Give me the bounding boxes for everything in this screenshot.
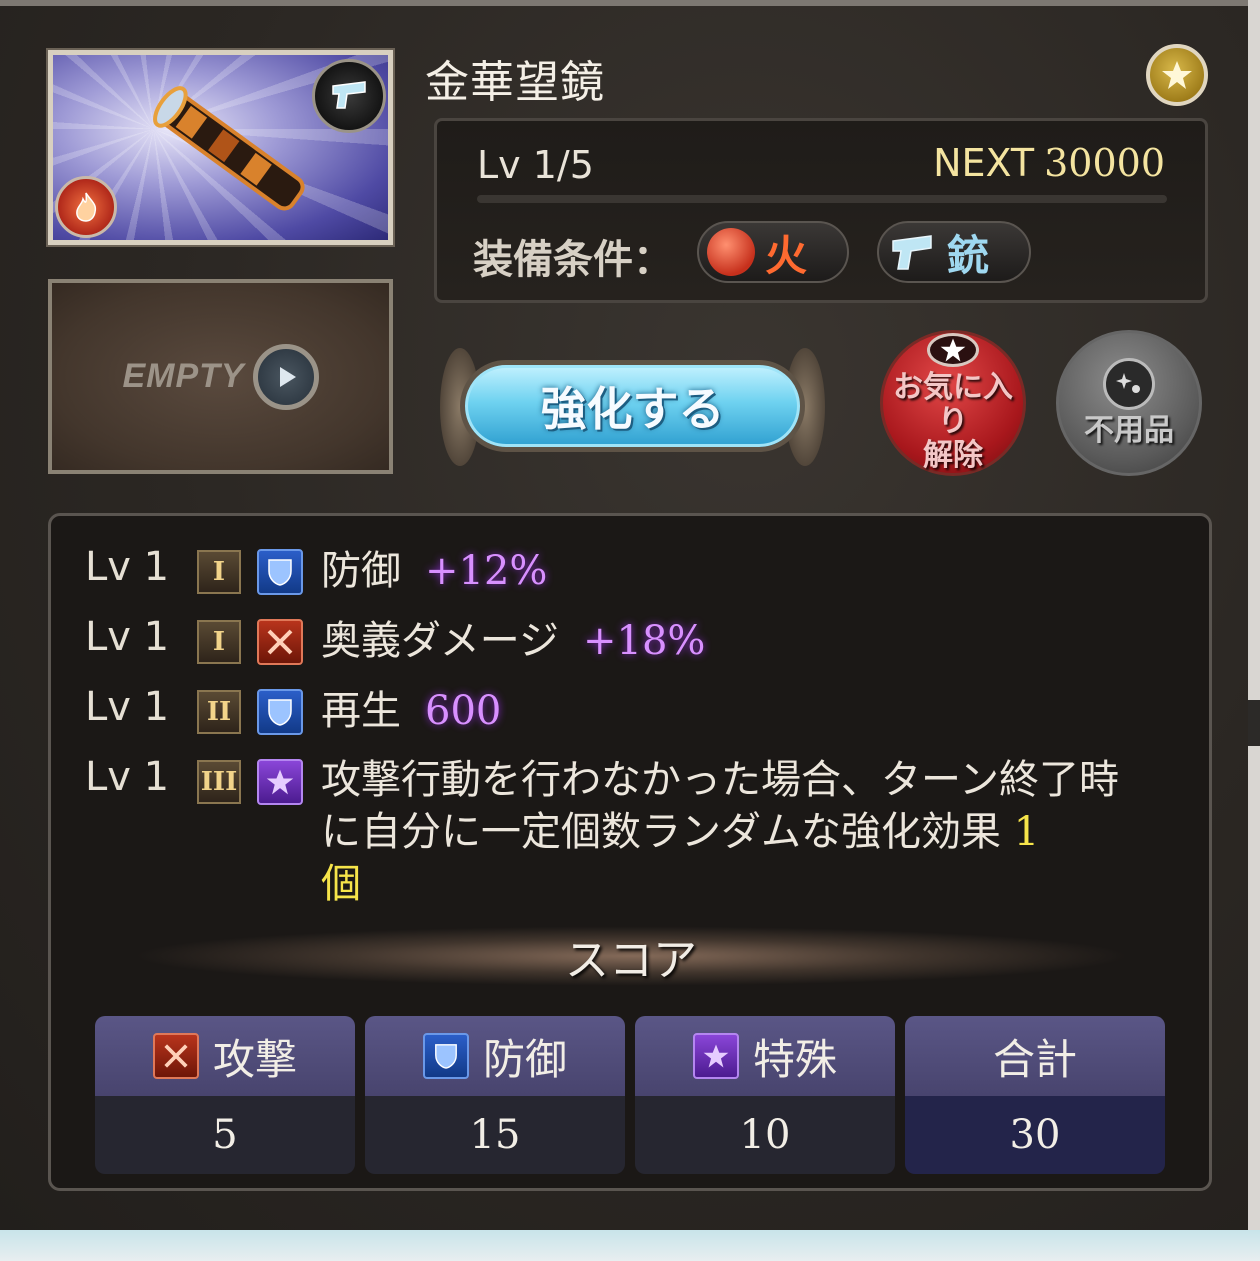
weapon-info-box: Lv 1/5 NEXT 30000 装備条件： 火 銃 <box>434 118 1208 303</box>
score-label: 合計 <box>992 1034 1077 1084</box>
next-label: NEXT <box>933 141 1035 185</box>
unfavorite-label-line2: 解除 <box>923 438 983 473</box>
shield-icon <box>422 1033 469 1079</box>
star-icon <box>257 759 303 805</box>
score-value: 5 <box>95 1096 355 1174</box>
star-icon <box>692 1033 739 1079</box>
score-attack: 攻撃 5 <box>95 1016 355 1174</box>
weapon-type-chip: 銃 <box>877 221 1031 283</box>
enhance-button-label: 強化する <box>540 382 725 436</box>
skill-rank: I <box>197 550 241 594</box>
weapon-name: 金華望鏡 <box>425 57 605 108</box>
score-header: スコア <box>131 926 1131 986</box>
skill-row: Lv 1 III 攻撃行動を行わなかった場合、ターン終了時に自分に一定個数ランダ… <box>85 754 1151 910</box>
fire-orb-icon <box>707 228 755 276</box>
weapon-detail-panel: EMPTY 金華望鏡 Lv 1/5 NEXT 30000 装備条件： 火 銃 強化… <box>0 0 1248 1230</box>
skill-row: Lv 1 I 防御 +12% <box>85 544 547 598</box>
fire-element-icon <box>55 176 117 238</box>
junk-label: 不用品 <box>1084 413 1174 448</box>
skill-row: Lv 1 I 奥義ダメージ +18% <box>85 614 705 668</box>
spyglass-illustration <box>153 86 305 211</box>
skill-description: 攻撃行動を行わなかった場合、ターン終了時に自分に一定個数ランダムな強化効果 1 個 <box>321 754 1151 910</box>
skill-level: Lv 1 <box>85 754 170 800</box>
skill-name: 防御 <box>321 548 401 594</box>
score-title: スコア <box>565 935 697 986</box>
crossed-swords-icon <box>152 1033 199 1079</box>
skill-level: Lv 1 <box>85 684 170 730</box>
next-value: 30000 <box>1044 141 1165 185</box>
skill-rank: I <box>197 620 241 664</box>
exp-bar <box>477 195 1167 203</box>
weapon-level: Lv 1/5 <box>477 143 594 187</box>
skill-name: 再生 <box>321 688 401 734</box>
bottom-edge-strip <box>0 1230 1260 1261</box>
skill-description-text: 攻撃行動を行わなかった場合、ターン終了時に自分に一定個数ランダムな強化効果 <box>321 757 1119 855</box>
gun-type-icon <box>312 59 386 133</box>
score-label: 防御 <box>482 1034 567 1084</box>
equip-condition-label: 装備条件： <box>473 237 673 283</box>
skill-level: Lv 1 <box>85 544 170 590</box>
score-label: 特殊 <box>752 1034 837 1084</box>
skill-level: Lv 1 <box>85 614 170 660</box>
favorite-star-icon[interactable] <box>1146 44 1208 106</box>
skill-unit: 個 <box>321 861 361 907</box>
play-icon <box>252 343 319 410</box>
mark-junk-button[interactable]: 不用品 <box>1056 330 1202 476</box>
unfavorite-button[interactable]: お気に入り 解除 <box>880 330 1026 476</box>
unfavorite-label-line1: お気に入り <box>893 370 1013 439</box>
skills-box: Lv 1 I 防御 +12% Lv 1 I 奥義ダメージ +18% Lv 1 I… <box>48 513 1212 1191</box>
skill-value: 600 <box>425 688 502 734</box>
element-label: 火 <box>765 230 808 280</box>
sparkle-icon <box>1103 358 1155 410</box>
gun-icon <box>892 235 932 270</box>
score-special: 特殊 10 <box>635 1016 895 1174</box>
score-value: 30 <box>905 1096 1165 1174</box>
element-condition-chip: 火 <box>697 221 849 283</box>
empty-slot-label: EMPTY <box>122 357 245 395</box>
shield-icon <box>257 689 303 735</box>
star-icon <box>927 333 979 367</box>
skill-rank: II <box>197 690 241 734</box>
score-value: 10 <box>635 1096 895 1174</box>
shield-icon <box>257 549 303 595</box>
skill-row: Lv 1 II 再生 600 <box>85 684 501 738</box>
weapon-type-label: 銃 <box>947 230 990 280</box>
skill-value: +18% <box>583 618 706 664</box>
score-value: 15 <box>365 1096 625 1174</box>
empty-skin-slot[interactable]: EMPTY <box>48 279 393 474</box>
skill-rank: III <box>197 760 241 804</box>
next-exp: NEXT 30000 <box>933 141 1165 185</box>
score-defense: 防御 15 <box>365 1016 625 1174</box>
weapon-image <box>46 48 395 247</box>
score-total: 合計 30 <box>905 1016 1165 1174</box>
skill-value: 1 <box>1013 809 1040 855</box>
right-edge-strip <box>1248 0 1260 1230</box>
crossed-swords-icon <box>257 619 303 665</box>
score-label: 攻撃 <box>212 1034 297 1084</box>
skill-name: 奥義ダメージ <box>321 618 559 664</box>
enhance-button[interactable]: 強化する <box>440 348 825 466</box>
skill-value: +12% <box>425 548 548 594</box>
